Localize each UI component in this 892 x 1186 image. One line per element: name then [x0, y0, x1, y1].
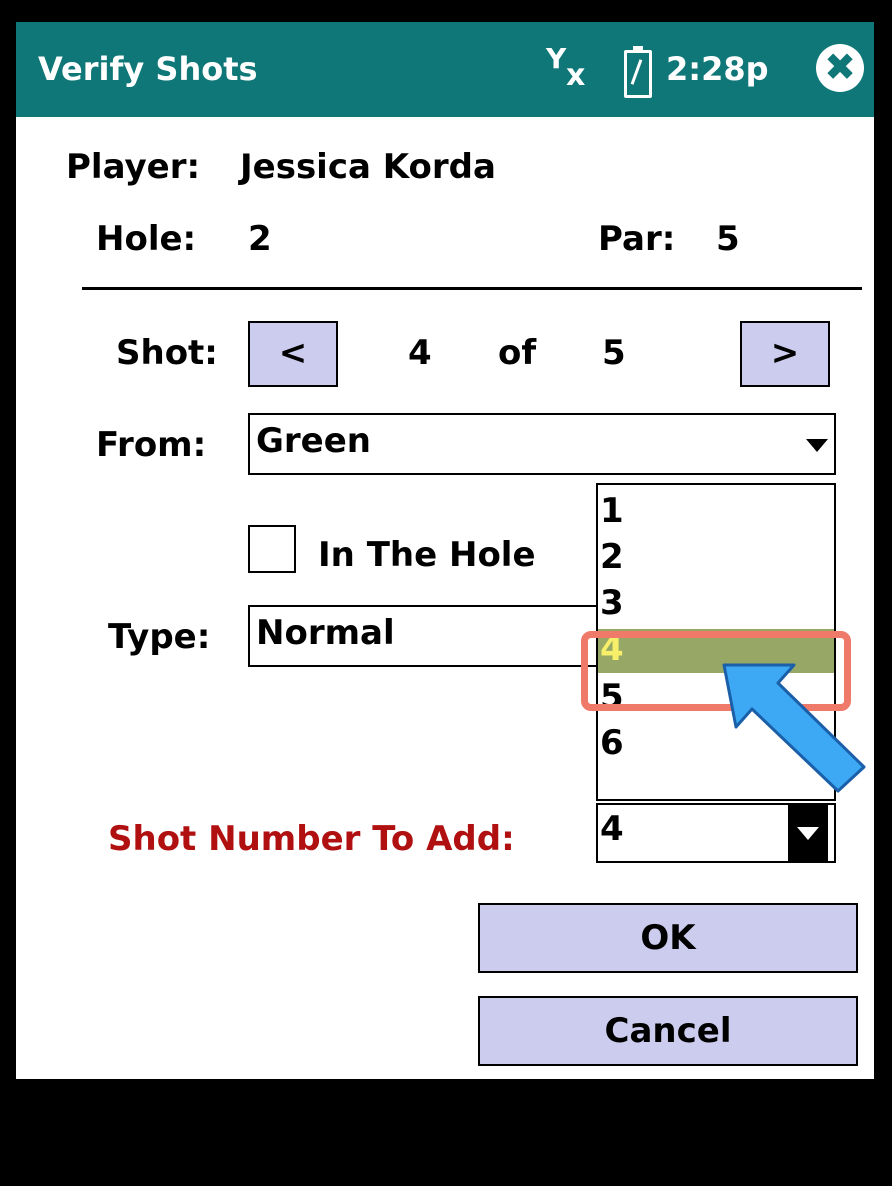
- from-select[interactable]: Green: [248, 413, 836, 475]
- shot-label: Shot:: [116, 333, 218, 373]
- shot-total: 5: [602, 333, 626, 373]
- divider: [82, 287, 862, 290]
- in-the-hole-label: In The Hole: [318, 535, 536, 575]
- no-signal-icon: Y x: [546, 42, 585, 93]
- from-value: Green: [256, 421, 371, 461]
- type-select[interactable]: Normal: [248, 605, 608, 667]
- signal-antenna-glyph: Y: [546, 42, 567, 75]
- shot-number-dropdown-button[interactable]: [788, 805, 828, 861]
- from-label: From:: [96, 425, 207, 465]
- signal-x-glyph: x: [566, 58, 586, 93]
- dropdown-option[interactable]: 2: [598, 537, 834, 581]
- chevron-down-icon: [797, 827, 819, 840]
- next-shot-button[interactable]: >: [740, 321, 830, 387]
- dropdown-option[interactable]: 3: [598, 583, 834, 627]
- player-label: Player:: [66, 147, 201, 187]
- title-bar: Verify Shots Y x 2:28p ✖: [16, 22, 874, 117]
- dropdown-option[interactable]: 1: [598, 491, 834, 535]
- hole-value: 2: [248, 219, 272, 259]
- in-the-hole-checkbox[interactable]: [248, 525, 296, 573]
- type-label: Type:: [108, 617, 211, 657]
- close-icon[interactable]: ✖: [816, 44, 864, 92]
- type-value: Normal: [256, 613, 395, 653]
- shot-number-value: 4: [600, 809, 624, 849]
- cancel-button[interactable]: Cancel: [478, 996, 858, 1066]
- ok-button[interactable]: OK: [478, 903, 858, 973]
- bottom-bar: [16, 1079, 874, 1175]
- main-content: Player: Jessica Korda Hole: 2 Par: 5 Sho…: [16, 117, 874, 1079]
- par-value: 5: [716, 219, 740, 259]
- par-label: Par:: [598, 219, 676, 259]
- shot-number-to-add-label: Shot Number To Add:: [108, 819, 515, 859]
- clock-time: 2:28p: [666, 50, 769, 88]
- shot-current: 4: [408, 333, 432, 373]
- pointer-arrow-icon: [722, 663, 866, 793]
- chevron-down-icon: [806, 439, 828, 452]
- previous-shot-button[interactable]: <: [248, 321, 338, 387]
- window-title: Verify Shots: [38, 50, 258, 88]
- hole-label: Hole:: [96, 219, 197, 259]
- shot-of-text: of: [498, 333, 537, 373]
- player-name: Jessica Korda: [240, 147, 496, 187]
- battery-icon: [624, 46, 652, 98]
